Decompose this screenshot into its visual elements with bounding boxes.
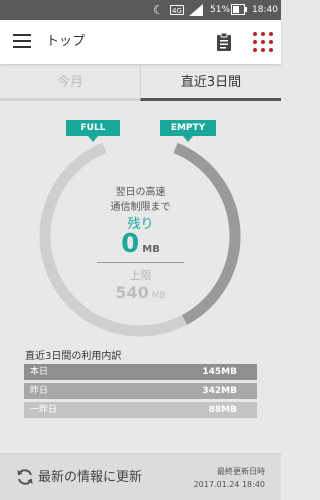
limit-unit: MB	[151, 291, 166, 301]
refresh-label: 最新の情報に更新	[38, 470, 143, 485]
remaining-amount: 0 MB	[0, 229, 281, 259]
usage-row-value: 342MB	[202, 386, 237, 396]
usage-row-value: 145MB	[202, 367, 237, 377]
usage-breakdown-title: 直近3日間の利用内訳	[25, 351, 122, 362]
gauge-caption-line2: 通信制限まで	[110, 202, 171, 213]
last-update-timestamp: 2017.01.24 18:40	[193, 480, 265, 489]
usage-row-yesterday: 昨日 342MB	[24, 383, 257, 399]
refresh-icon	[16, 468, 34, 490]
remaining-unit: MB	[142, 244, 160, 255]
remaining-value: 0	[121, 229, 140, 259]
refresh-button[interactable]: 最新の情報に更新	[0, 454, 170, 500]
usage-row-label: 一昨日	[30, 405, 58, 415]
limit-amount: 540 MB	[0, 283, 281, 302]
usage-row-today: 本日 145MB	[24, 364, 257, 380]
usage-row-day-before-yesterday: 一昨日 88MB	[24, 402, 257, 418]
full-flag: FULL	[66, 120, 120, 142]
limit-label: 上限	[129, 269, 152, 282]
usage-row-value: 88MB	[208, 405, 237, 415]
empty-flag: EMPTY	[160, 120, 216, 142]
last-update-label: 最終更新日時	[217, 467, 265, 476]
usage-row-label: 昨日	[30, 386, 49, 396]
footer-bar: 最新の情報に更新 最終更新日時 2017.01.24 18:40	[0, 453, 281, 500]
gauge-caption-line1: 翌日の高速	[115, 187, 166, 198]
gauge-divider	[97, 262, 184, 263]
usage-row-label: 本日	[30, 367, 49, 377]
limit-value: 540	[115, 283, 149, 302]
